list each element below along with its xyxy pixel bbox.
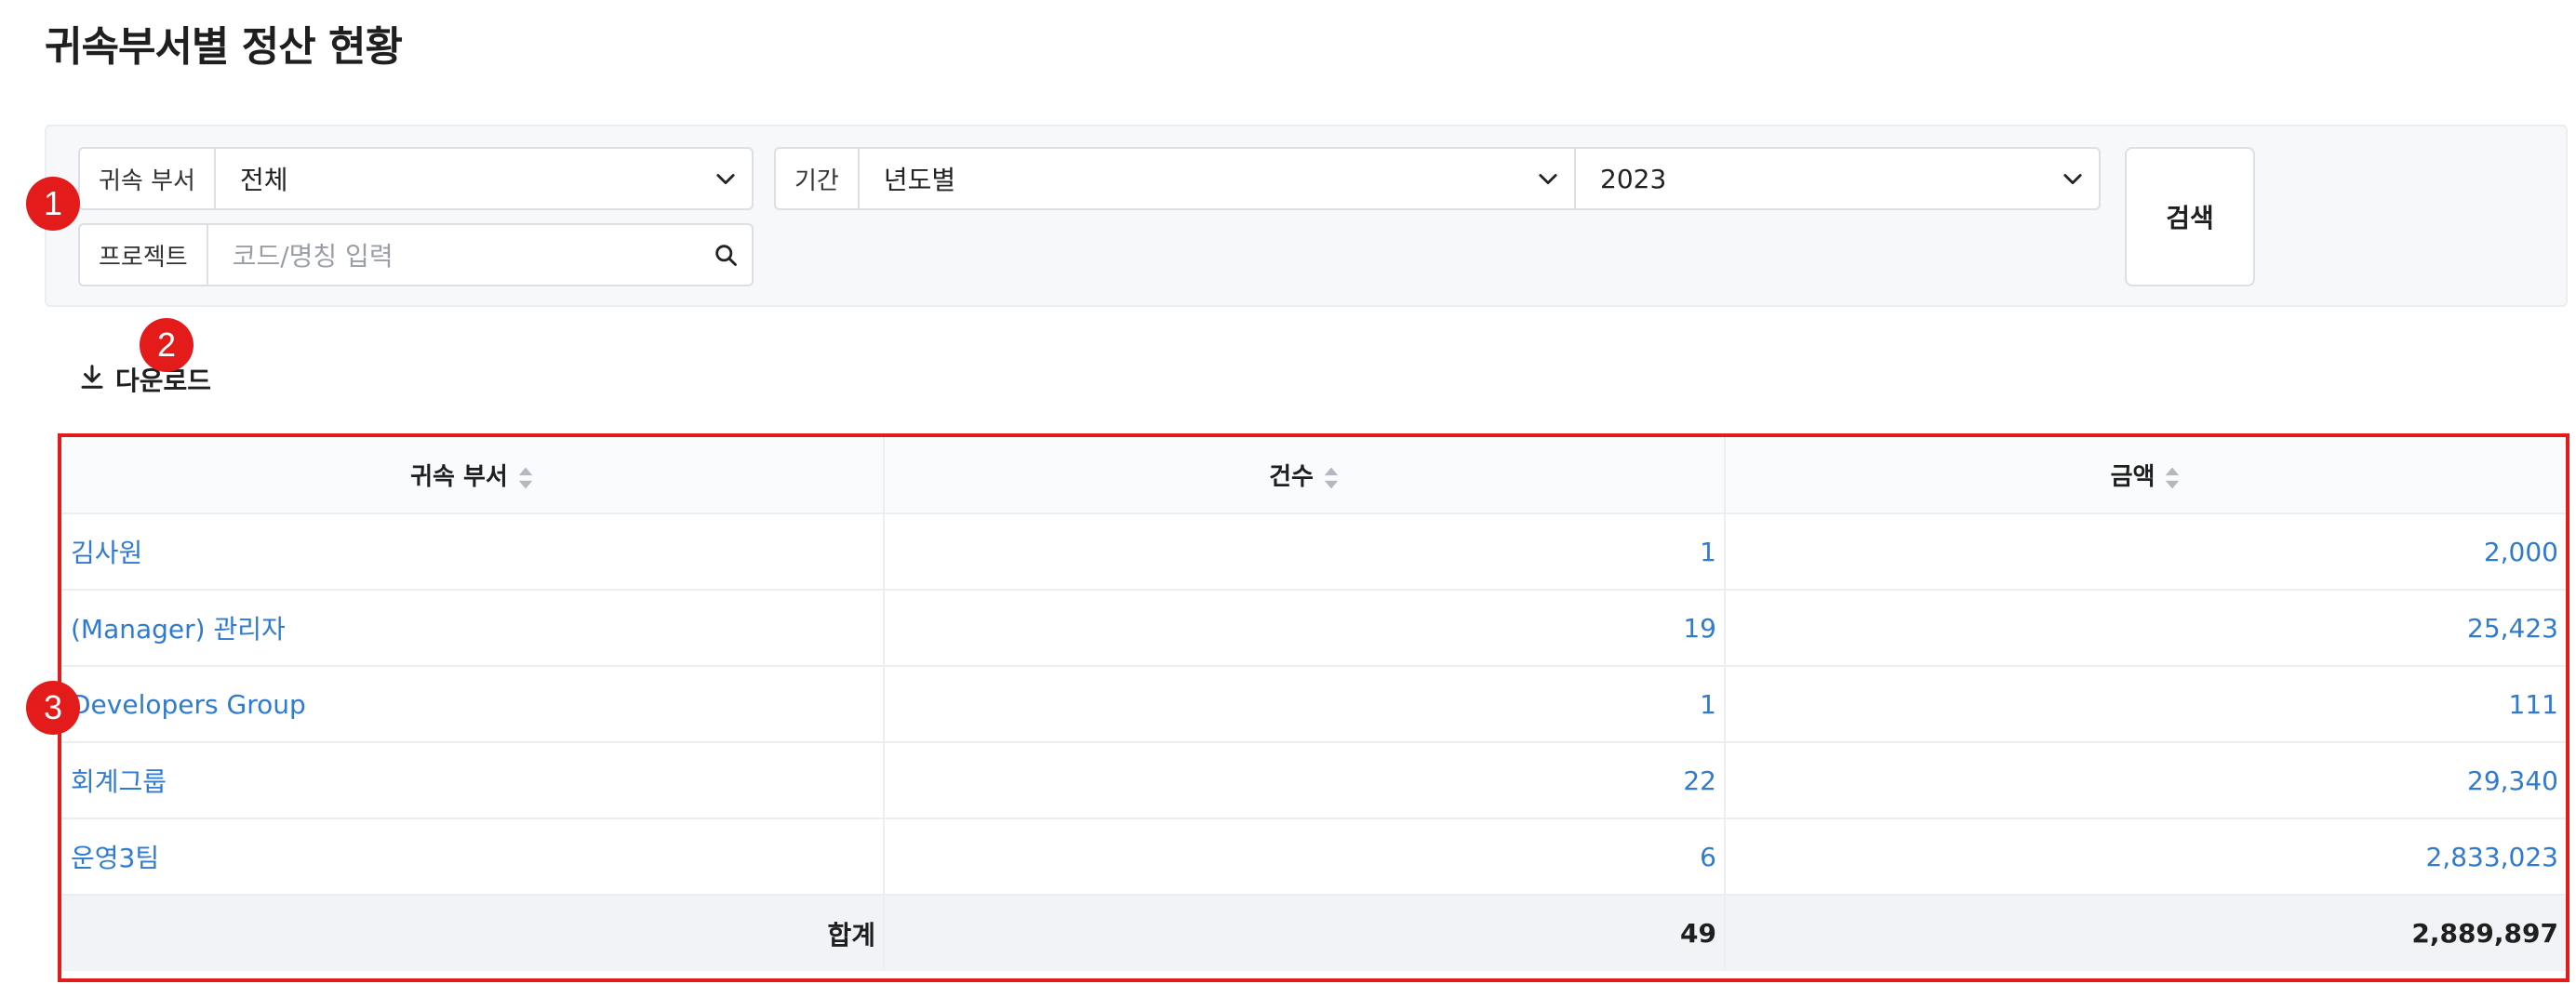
annotation-marker-1: 1 (26, 177, 80, 231)
table-row: 운영3팀 6 2,833,023 (61, 818, 2566, 896)
period-filter[interactable]: 기간 년도별 (774, 147, 1576, 210)
amount-link[interactable]: 25,423 (1724, 590, 2566, 667)
project-search-field[interactable]: 프로젝트 코드/명칭 입력 (78, 223, 754, 286)
period-filter-label: 기간 (776, 149, 860, 208)
amount-link[interactable]: 2,000 (1724, 513, 2566, 591)
annotation-marker-2: 2 (140, 318, 194, 372)
department-link[interactable]: 회계그룹 (61, 742, 884, 819)
department-summary-table: 귀속 부서 건수 금액 김사원 1 2,000 (Manager) 관리자 19… (58, 433, 2569, 982)
table-header-row: 귀속 부서 건수 금액 (61, 437, 2566, 514)
department-link[interactable]: 운영3팀 (61, 818, 884, 896)
annotation-marker-3: 3 (26, 681, 80, 735)
column-header-amount[interactable]: 금액 (1724, 437, 2566, 514)
project-search-label: 프로젝트 (80, 225, 208, 285)
department-filter-label: 귀속 부서 (80, 149, 216, 208)
sort-icon[interactable] (1323, 466, 1340, 490)
table-total-row: 합계 49 2,889,897 (61, 895, 2566, 971)
download-icon (78, 363, 106, 397)
table-row: 김사원 1 2,000 (61, 513, 2566, 591)
period-filter-value[interactable]: 년도별 (860, 149, 1522, 208)
department-link[interactable]: (Manager) 관리자 (61, 590, 884, 667)
amount-link[interactable]: 2,833,023 (1724, 818, 2566, 896)
sort-icon[interactable] (517, 466, 534, 490)
project-search-input[interactable]: 코드/명칭 입력 (208, 225, 700, 285)
download-button[interactable]: 다운로드 (78, 361, 211, 398)
department-link[interactable]: Developers Group (61, 666, 884, 743)
chevron-down-icon[interactable] (1522, 149, 1574, 208)
department-filter-value[interactable]: 전체 (216, 149, 700, 208)
year-select[interactable]: 2023 (1574, 147, 2101, 210)
column-header-department[interactable]: 귀속 부서 (61, 437, 884, 514)
chevron-down-icon[interactable] (2047, 149, 2099, 208)
total-count: 49 (883, 895, 1725, 971)
count-link[interactable]: 22 (883, 742, 1725, 819)
table-row: 회계그룹 22 29,340 (61, 742, 2566, 819)
department-link[interactable]: 김사원 (61, 513, 884, 591)
amount-link[interactable]: 29,340 (1724, 742, 2566, 819)
count-link[interactable]: 19 (883, 590, 1725, 667)
count-link[interactable]: 1 (883, 513, 1725, 591)
amount-link[interactable]: 111 (1724, 666, 2566, 743)
table-row: Developers Group 1 111 (61, 666, 2566, 743)
department-filter[interactable]: 귀속 부서 전체 (78, 147, 754, 210)
count-link[interactable]: 1 (883, 666, 1725, 743)
table-row: (Manager) 관리자 19 25,423 (61, 590, 2566, 667)
page-title: 귀속부서별 정산 현황 (45, 23, 403, 71)
sort-icon[interactable] (2164, 466, 2181, 490)
year-select-value[interactable]: 2023 (1576, 149, 2047, 208)
total-label: 합계 (61, 895, 884, 971)
total-amount: 2,889,897 (1724, 895, 2566, 971)
count-link[interactable]: 6 (883, 818, 1725, 896)
search-button[interactable]: 검색 (2125, 147, 2255, 286)
search-icon[interactable] (700, 225, 752, 285)
chevron-down-icon[interactable] (700, 149, 752, 208)
column-header-count[interactable]: 건수 (883, 437, 1725, 514)
